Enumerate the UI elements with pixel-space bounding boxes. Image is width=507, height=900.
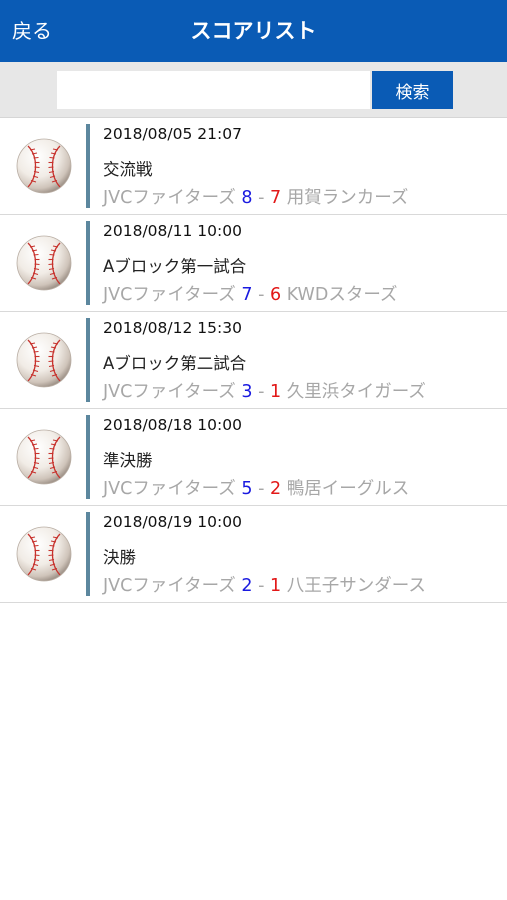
score-line: JVCファイターズ 5 - 2 鴨居イーグルス bbox=[103, 475, 409, 500]
home-score: 8 bbox=[241, 188, 253, 208]
score-separator: - bbox=[258, 576, 265, 596]
home-team: JVCファイターズ bbox=[103, 188, 236, 208]
away-team: 八王子サンダース bbox=[286, 576, 426, 596]
score-list-item[interactable]: 2018/08/18 10:00 準決勝 JVCファイターズ 5 - 2 鴨居イ… bbox=[0, 409, 507, 506]
score-line: JVCファイターズ 3 - 1 久里浜タイガーズ bbox=[103, 378, 426, 403]
away-team: 鴨居イーグルス bbox=[286, 479, 410, 499]
away-score: 7 bbox=[269, 188, 282, 208]
away-score: 6 bbox=[269, 285, 282, 305]
away-team: 用賀ランカーズ bbox=[286, 188, 409, 208]
score-list-item[interactable]: 2018/08/05 21:07 交流戦 JVCファイターズ 8 - 7 用賀ラ… bbox=[0, 118, 507, 215]
home-score: 3 bbox=[241, 382, 253, 402]
away-score: 1 bbox=[269, 576, 282, 596]
game-datetime: 2018/08/05 21:07 bbox=[103, 125, 242, 143]
game-datetime: 2018/08/18 10:00 bbox=[103, 416, 242, 434]
home-team: JVCファイターズ bbox=[103, 285, 236, 305]
header-bar: 戻る スコアリスト bbox=[0, 0, 507, 62]
away-score: 1 bbox=[269, 382, 282, 402]
home-team: JVCファイターズ bbox=[103, 479, 236, 499]
search-input[interactable] bbox=[57, 71, 370, 109]
score-separator: - bbox=[258, 285, 265, 305]
game-datetime: 2018/08/19 10:00 bbox=[103, 513, 242, 531]
score-separator: - bbox=[258, 188, 265, 208]
baseball-icon bbox=[16, 138, 72, 194]
app: 戻る スコアリスト 検索 2018/08/05 21:07 交流戦 JVCファイ… bbox=[0, 0, 507, 900]
row-accent-bar bbox=[86, 221, 90, 305]
row-accent-bar bbox=[86, 124, 90, 208]
search-bar: 検索 bbox=[0, 62, 507, 118]
home-score: 7 bbox=[241, 285, 253, 305]
away-score: 2 bbox=[269, 479, 282, 499]
game-datetime: 2018/08/12 15:30 bbox=[103, 319, 242, 337]
back-button[interactable]: 戻る bbox=[12, 0, 52, 62]
home-score: 2 bbox=[241, 576, 253, 596]
game-datetime: 2018/08/11 10:00 bbox=[103, 222, 242, 240]
baseball-icon bbox=[16, 429, 72, 485]
home-team: JVCファイターズ bbox=[103, 382, 236, 402]
page-title: スコアリスト bbox=[190, 19, 317, 43]
baseball-icon bbox=[16, 526, 72, 582]
score-list-item[interactable]: 2018/08/12 15:30 Aブロック第二試合 JVCファイターズ 3 -… bbox=[0, 312, 507, 409]
game-title: 準決勝 bbox=[103, 451, 153, 470]
game-title: 決勝 bbox=[103, 548, 136, 567]
score-list-item[interactable]: 2018/08/11 10:00 Aブロック第一試合 JVCファイターズ 7 -… bbox=[0, 215, 507, 312]
score-list: 2018/08/05 21:07 交流戦 JVCファイターズ 8 - 7 用賀ラ… bbox=[0, 118, 507, 603]
row-accent-bar bbox=[86, 512, 90, 596]
score-list-item[interactable]: 2018/08/19 10:00 決勝 JVCファイターズ 2 - 1 八王子サ… bbox=[0, 506, 507, 603]
row-accent-bar bbox=[86, 318, 90, 402]
away-team: KWDスターズ bbox=[286, 285, 398, 305]
row-accent-bar bbox=[86, 415, 90, 499]
game-title: Aブロック第一試合 bbox=[103, 257, 247, 276]
score-separator: - bbox=[258, 382, 265, 402]
score-line: JVCファイターズ 2 - 1 八王子サンダース bbox=[103, 572, 426, 597]
away-team: 久里浜タイガーズ bbox=[286, 382, 426, 402]
score-line: JVCファイターズ 8 - 7 用賀ランカーズ bbox=[103, 184, 408, 209]
home-score: 5 bbox=[241, 479, 253, 499]
home-team: JVCファイターズ bbox=[103, 576, 236, 596]
baseball-icon bbox=[16, 332, 72, 388]
score-separator: - bbox=[258, 479, 265, 499]
baseball-icon bbox=[16, 235, 72, 291]
score-line: JVCファイターズ 7 - 6 KWDスターズ bbox=[103, 281, 397, 306]
game-title: 交流戦 bbox=[103, 160, 153, 179]
search-button[interactable]: 検索 bbox=[372, 71, 453, 109]
game-title: Aブロック第二試合 bbox=[103, 354, 247, 373]
